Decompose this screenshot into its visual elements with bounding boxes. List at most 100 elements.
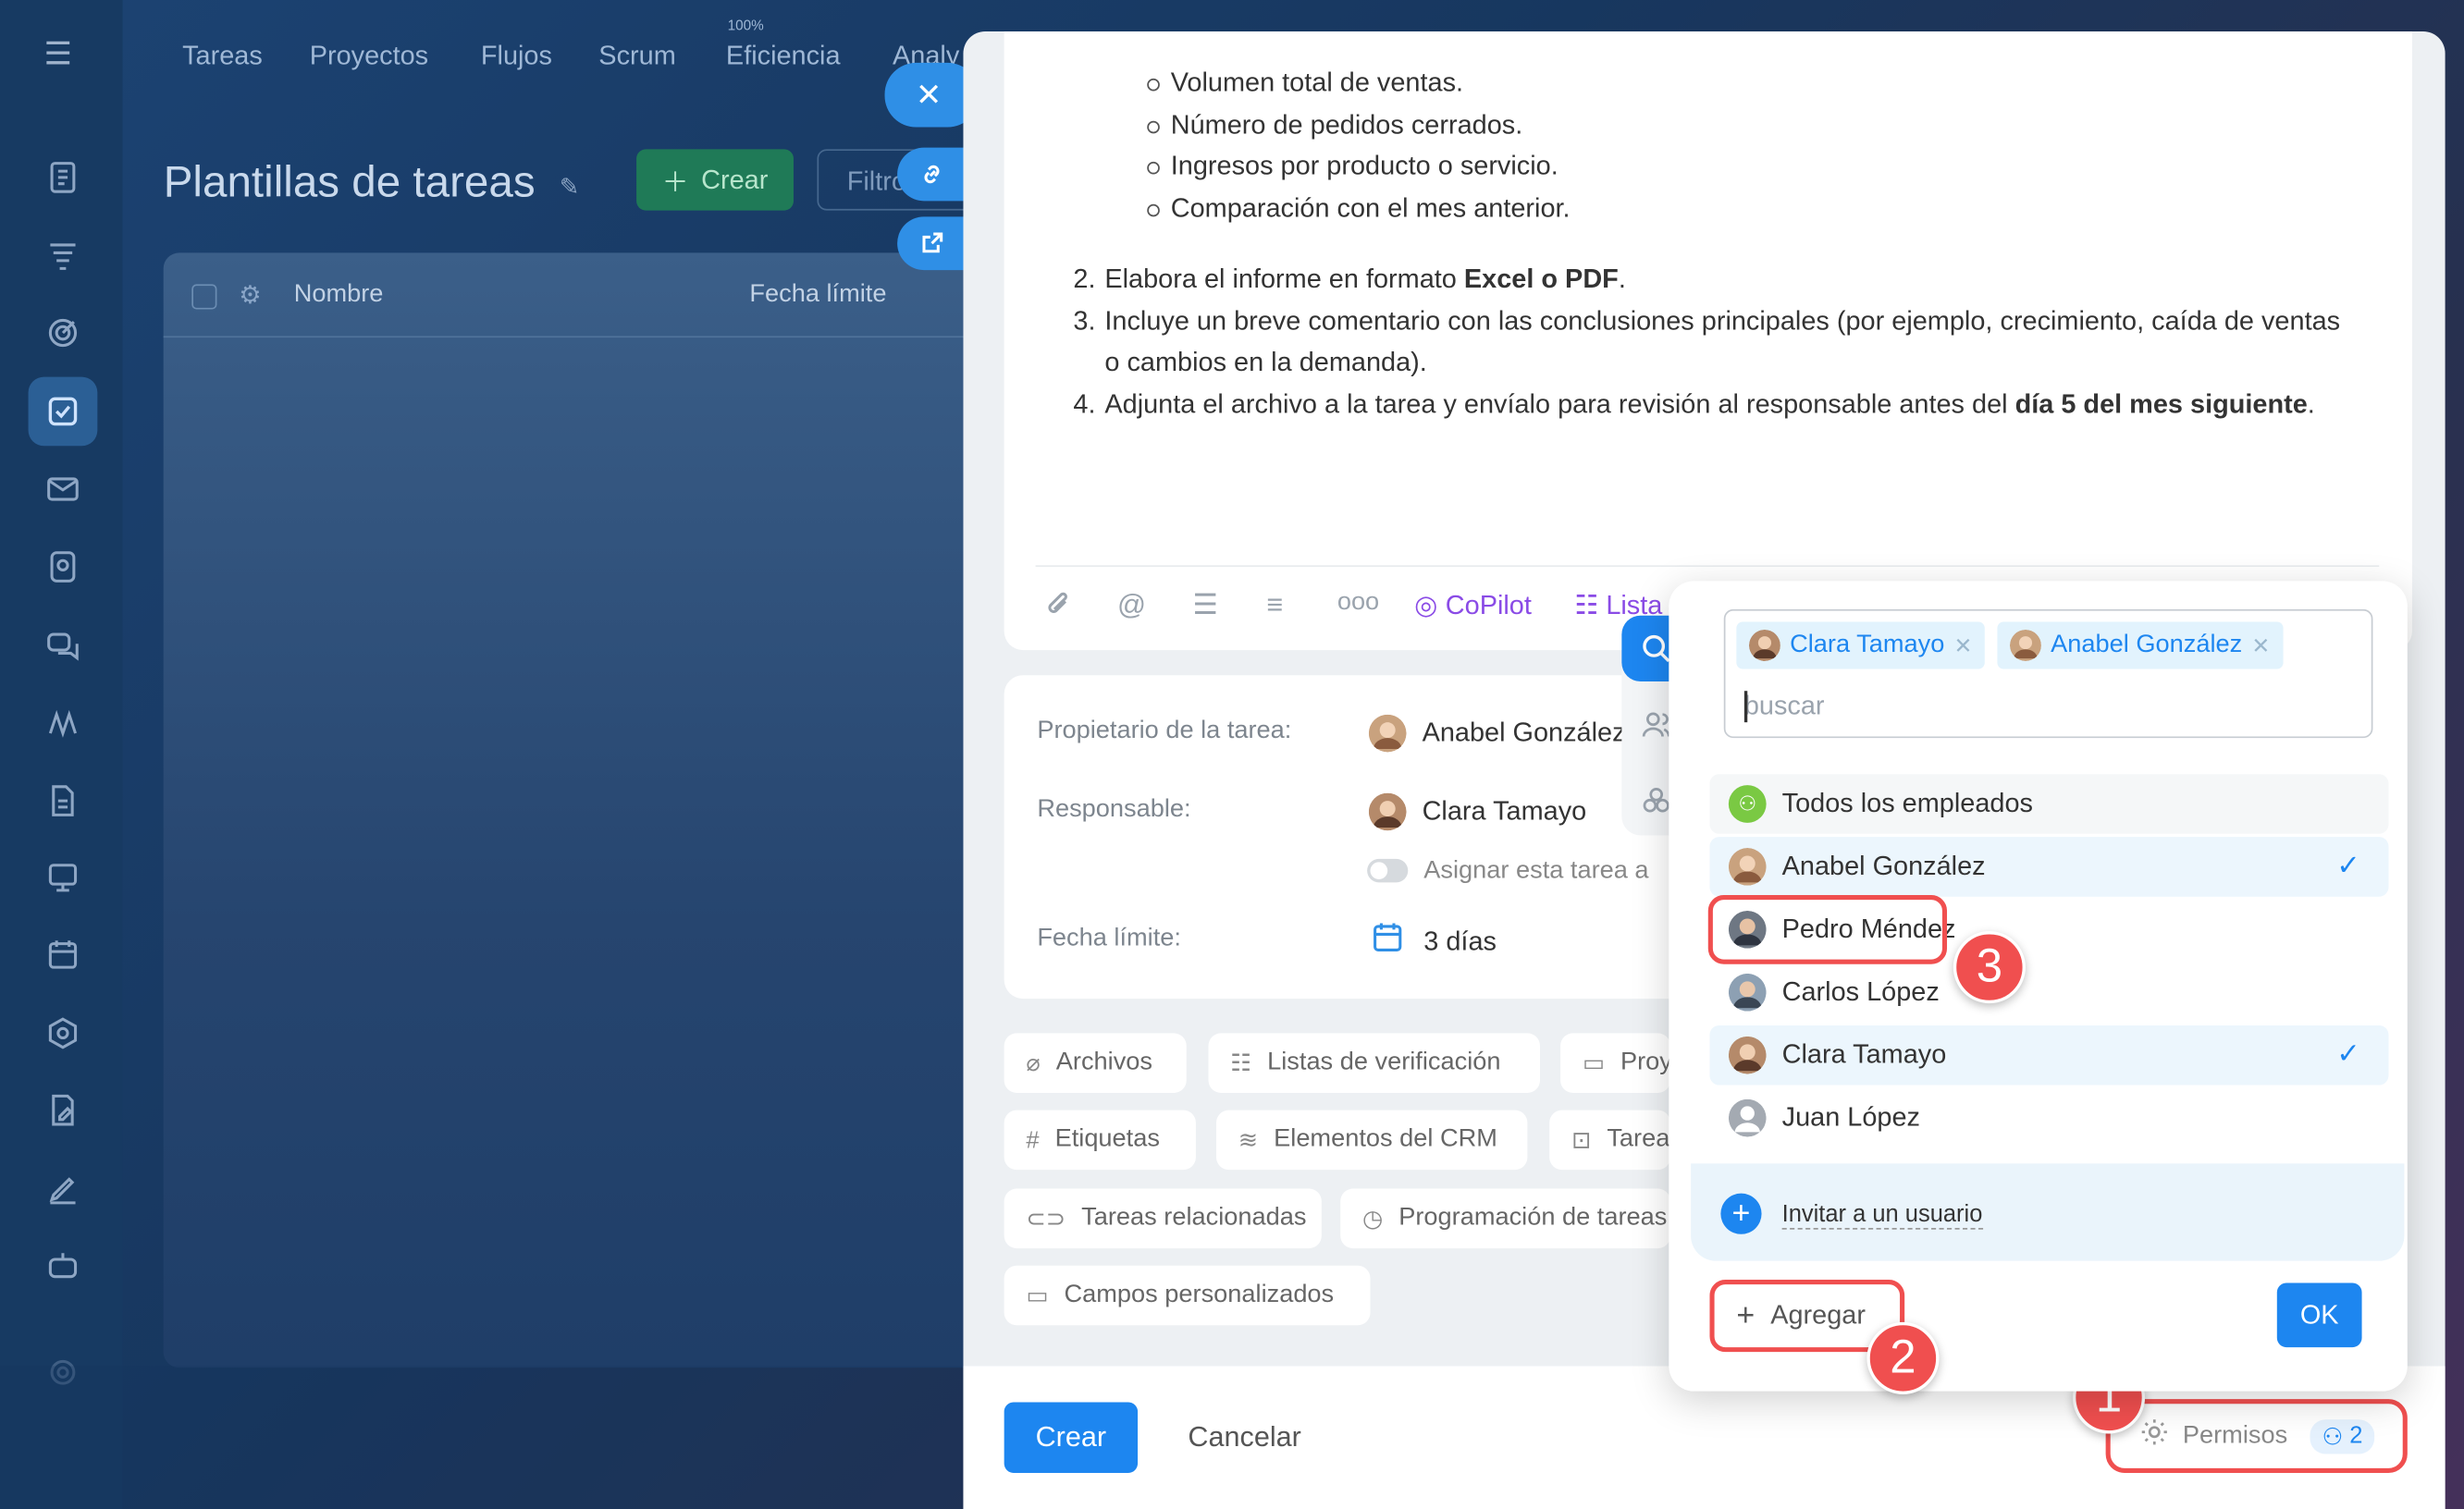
chip-personalizados[interactable]: ▭ Campos personalizados — [1004, 1265, 1371, 1326]
folder-icon: ▭ — [1582, 1050, 1605, 1077]
hexagon-icon[interactable] — [29, 999, 98, 1068]
more-options-icon[interactable]: ooo — [1337, 589, 1379, 618]
bullet-list-icon[interactable]: ☰ — [1193, 589, 1218, 622]
chat-icon[interactable] — [29, 611, 98, 681]
create-template-button[interactable]: ＋ Crear — [636, 149, 794, 211]
description-text[interactable]: Volumen total de ventas. Número de pedid… — [1073, 63, 2361, 425]
responsible-field[interactable]: Clara Tamayo — [1368, 792, 1587, 831]
search-icon — [1643, 634, 1670, 663]
crm-funnel-icon[interactable] — [29, 221, 98, 290]
schedule-icon: ◷ — [1362, 1206, 1384, 1233]
numbered-list-icon[interactable]: ≡ — [1266, 589, 1283, 622]
gear-icon — [2138, 1417, 2170, 1455]
presentation-icon[interactable] — [29, 843, 98, 913]
attach-icon[interactable] — [1043, 589, 1075, 628]
feed-icon[interactable] — [29, 143, 98, 213]
chip-etiquetas[interactable]: # Etiquetas — [1004, 1110, 1196, 1171]
pin-icon[interactable]: ✎ — [560, 173, 579, 202]
step-text: Adjunta el archivo a la tarea y envíalo … — [1104, 388, 2015, 419]
mention-icon[interactable]: @ — [1117, 589, 1146, 622]
step-text: Elabora el informe en formato — [1104, 264, 1464, 294]
signature-icon[interactable] — [29, 688, 98, 757]
row-juan[interactable]: Juan López — [1709, 1088, 2388, 1148]
open-new-window-button[interactable] — [897, 216, 967, 271]
avatar — [1728, 848, 1767, 886]
select-all-checkbox[interactable] — [191, 284, 217, 310]
owner-name: Anabel González — [1422, 718, 1626, 748]
tag-label: Clara Tamayo — [1790, 631, 1945, 658]
row-label: Clara Tamayo — [1781, 1039, 1947, 1070]
tag-label: Anabel González — [2051, 631, 2243, 658]
row-all-employees[interactable]: ⚇ Todos los empleados — [1709, 774, 2389, 834]
columns-gear-icon[interactable]: ⚙ — [239, 279, 261, 311]
check-icon: ✓ — [2336, 849, 2360, 881]
nav-flujos[interactable]: Flujos — [481, 41, 552, 72]
avatar — [1368, 792, 1407, 831]
cancel-button[interactable]: Cancelar — [1188, 1421, 1300, 1454]
step-text: Incluye un breve comentario con las conc… — [1104, 305, 2341, 377]
chip-proyecto[interactable]: ▭ Proyecto — [1560, 1033, 1671, 1093]
avatar — [2009, 629, 2041, 661]
remove-tag-icon[interactable]: ✕ — [1954, 632, 1973, 659]
avatar — [1728, 973, 1767, 1012]
column-name[interactable]: Nombre — [294, 281, 384, 310]
row-clara[interactable]: Clara Tamayo ✓ — [1709, 1024, 2389, 1086]
due-value[interactable]: 3 días — [1423, 926, 1497, 958]
chip-crm[interactable]: ≋ Elementos del CRM — [1216, 1110, 1528, 1171]
mail-icon[interactable] — [29, 454, 98, 523]
nav-eficiencia[interactable]: Eficiencia — [726, 41, 841, 72]
selected-tag-anabel[interactable]: Anabel González ✕ — [1997, 621, 2283, 669]
list-item: Ingresos por producto o servicio. — [1073, 146, 2361, 188]
ok-button[interactable]: OK — [2276, 1282, 2362, 1348]
calendar-icon[interactable] — [29, 920, 98, 989]
departments-tab-icon[interactable] — [1641, 785, 1672, 824]
invite-plus-icon[interactable]: + — [1720, 1193, 1762, 1234]
owner-field[interactable]: Anabel González — [1368, 714, 1630, 753]
document-icon[interactable] — [29, 767, 98, 836]
checklist-icon: ☷ — [1230, 1050, 1252, 1077]
nav-tareas[interactable]: Tareas — [182, 41, 263, 72]
chip-relacionadas[interactable]: ⊂⊃ Tareas relacionadas — [1004, 1188, 1322, 1249]
remove-tag-icon[interactable]: ✕ — [2251, 632, 2270, 659]
permissions-button[interactable]: Permisos ⚇ 2 — [2105, 1399, 2408, 1473]
users-tab-icon[interactable] — [1641, 708, 1672, 747]
selected-tag-clara[interactable]: Clara Tamayo ✕ — [1736, 621, 1986, 669]
pen-icon[interactable] — [29, 1154, 98, 1223]
chip-listas[interactable]: ☷ Listas de verificación — [1208, 1033, 1540, 1093]
step-text-end: . — [2307, 388, 2315, 419]
target-icon[interactable] — [29, 299, 98, 368]
hamburger-menu-icon[interactable]: ☰ — [44, 39, 79, 70]
row-anabel[interactable]: Anabel González ✓ — [1709, 837, 2389, 897]
avatar — [1368, 714, 1407, 753]
step-number: 2. — [1073, 264, 1096, 294]
row-label: Todos los empleados — [1781, 788, 2033, 818]
list-item: Comparación con el mes anterior. — [1073, 188, 2361, 229]
responsible-name: Clara Tamayo — [1422, 796, 1587, 827]
edit-doc-icon[interactable] — [29, 1075, 98, 1145]
chip-programacion[interactable]: ◷ Programación de tareas — [1340, 1188, 1671, 1249]
row-carlos[interactable]: Carlos López — [1709, 963, 2388, 1023]
avatar — [1728, 1098, 1767, 1137]
robot-icon[interactable] — [29, 1231, 98, 1300]
copilot-button[interactable]: ◎ CoPilot — [1414, 591, 1532, 622]
crm-icon: ≋ — [1238, 1127, 1259, 1155]
tasks-checkbox-icon[interactable] — [28, 376, 98, 447]
nav-proyectos[interactable]: Proyectos — [310, 41, 428, 72]
step-bold: día 5 del mes siguiente — [2014, 388, 2308, 419]
chip-label: Proyecto — [1620, 1049, 1671, 1076]
create-button[interactable]: Crear — [1004, 1402, 1139, 1473]
step-marker-3: 3 — [1953, 931, 2026, 1004]
nav-scrum[interactable]: Scrum — [598, 41, 675, 72]
column-due[interactable]: Fecha límite — [749, 281, 886, 310]
invite-user-link[interactable]: Invitar a un usuario — [1781, 1201, 1983, 1230]
chip-archivos[interactable]: ⌀ Archivos — [1004, 1033, 1187, 1093]
step-text-end: . — [1618, 264, 1626, 294]
contacts-icon[interactable] — [29, 533, 98, 602]
copilot-label: CoPilot — [1445, 590, 1532, 620]
row-label: Anabel González — [1781, 851, 1986, 881]
checklist-icon: ☷ — [1574, 590, 1599, 620]
copy-link-button[interactable] — [897, 147, 967, 202]
assign-toggle[interactable] — [1367, 858, 1409, 883]
step-bold: Excel o PDF — [1463, 264, 1619, 294]
chip-tarea[interactable]: ⊡ Tarea — [1549, 1110, 1671, 1171]
